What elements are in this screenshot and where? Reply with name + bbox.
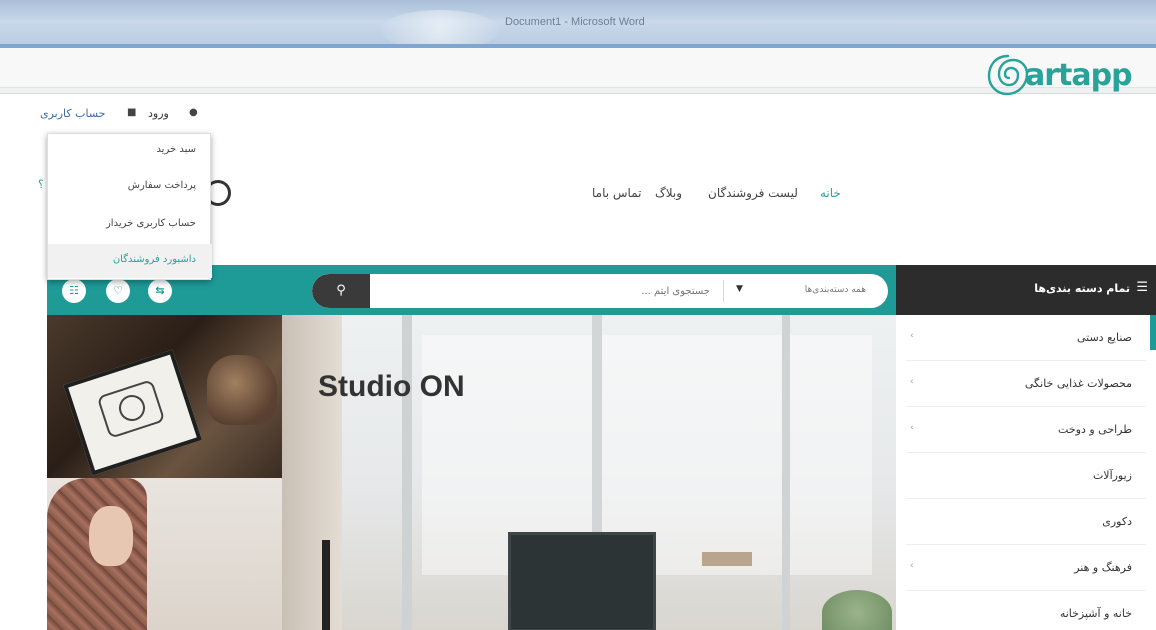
- nav-sellers[interactable]: لیست فروشندگان: [708, 186, 798, 200]
- category-select[interactable]: همه دسته‌بندی‌ها ▼: [724, 274, 888, 308]
- hero-pots: [702, 552, 752, 566]
- all-categories-button[interactable]: ☰ تمام دسته بندی‌ها: [896, 265, 1156, 315]
- lock-icon: ●: [189, 107, 198, 118]
- account-bar: حساب کاربری ■ ورود ●: [0, 95, 1156, 135]
- hero-curtain: [282, 315, 342, 630]
- nav-contact[interactable]: تماس باما: [592, 186, 641, 200]
- site-logo[interactable]: artapp: [985, 52, 1145, 100]
- hero-monitor: [508, 532, 656, 630]
- category-item[interactable]: دکوری: [906, 499, 1146, 545]
- kitten-image: [207, 355, 277, 425]
- chevron-left-icon: ‹: [910, 423, 914, 433]
- logo-text: artapp: [1025, 58, 1133, 93]
- hero-lamp: [322, 540, 330, 630]
- search-form: ⚲ همه دسته‌بندی‌ها ▼: [312, 274, 888, 308]
- category-item[interactable]: صنایع دستی ‹: [906, 315, 1146, 361]
- search-icon: ⚲: [336, 283, 346, 298]
- category-label: دکوری: [1102, 515, 1132, 528]
- menu-item-checkout[interactable]: پرداخت سفارش: [128, 180, 196, 191]
- category-item[interactable]: محصولات غذایی خانگی ‹: [906, 361, 1146, 407]
- compare-icon[interactable]: ⇆: [148, 279, 172, 303]
- hero-plant: [822, 590, 892, 630]
- menu-item-cart[interactable]: سبد خرید: [156, 144, 196, 155]
- menu-icon: ☰: [1136, 280, 1148, 295]
- ribbon-area: [0, 48, 1156, 88]
- banner-scarf[interactable]: [47, 478, 282, 630]
- window-titlebar: Document1 - Microsoft Word: [0, 0, 1156, 50]
- heart-icon[interactable]: ♡: [106, 279, 130, 303]
- category-item[interactable]: طراحی و دوخت ‹: [906, 407, 1146, 453]
- category-label: صنایع دستی: [1076, 331, 1132, 344]
- sidebar-scrollbar[interactable]: [1150, 315, 1156, 350]
- search-button[interactable]: ⚲: [312, 274, 370, 308]
- category-item[interactable]: زیورآلات: [906, 453, 1146, 499]
- category-item[interactable]: فرهنگ و هنر ‹: [906, 545, 1146, 591]
- hero-pillar: [782, 315, 790, 630]
- ribbon-divider: [0, 88, 1156, 94]
- window-title: Document1 - Microsoft Word: [505, 16, 645, 28]
- nav-home[interactable]: خانه: [820, 186, 841, 200]
- login-link[interactable]: ورود: [148, 107, 169, 120]
- menu-item-vendor-dashboard[interactable]: داشبورد فروشندگان: [113, 254, 196, 265]
- hero-pillar: [402, 315, 412, 630]
- browser-page: Document1 - Microsoft Word حساب کاربری ■…: [0, 0, 1156, 630]
- category-label: خانه و آشپزخانه: [1059, 607, 1132, 620]
- chevron-left-icon: ‹: [910, 331, 914, 341]
- category-select-label: همه دسته‌بندی‌ها: [804, 285, 866, 295]
- hero-slider[interactable]: Studio ON: [282, 315, 896, 630]
- user-icon: ■: [127, 107, 137, 118]
- nav-blog[interactable]: وبلاگ: [655, 186, 682, 200]
- face-image: [89, 506, 133, 566]
- category-item[interactable]: خانه و آشپزخانه: [906, 591, 1146, 630]
- menu-item-buyer-account[interactable]: حساب کاربری خریدار: [106, 218, 196, 229]
- hero-title: Studio ON: [318, 370, 465, 403]
- account-link[interactable]: حساب کاربری: [40, 107, 105, 120]
- category-label: فرهنگ و هنر: [1074, 561, 1132, 574]
- category-label: محصولات غذایی خانگی: [1024, 377, 1132, 390]
- caret-down-icon: ▼: [736, 284, 743, 294]
- chevron-left-icon: ‹: [910, 377, 914, 387]
- cart-icon[interactable]: ☷: [62, 279, 86, 303]
- help-question-mark[interactable]: ؟: [38, 178, 44, 191]
- all-categories-label: تمام دسته بندی‌ها: [1034, 282, 1130, 295]
- search-input[interactable]: [372, 274, 722, 308]
- account-dropdown-menu: سبد خرید پرداخت سفارش حساب کاربری خریدار…: [47, 133, 212, 280]
- banner-cat-camera[interactable]: [47, 315, 282, 478]
- category-label: طراحی و دوخت: [1058, 423, 1132, 436]
- category-sidebar: صنایع دستی ‹ محصولات غذایی خانگی ‹ طراحی…: [896, 315, 1156, 630]
- category-label: زیورآلات: [1092, 469, 1132, 482]
- chevron-left-icon: ‹: [910, 561, 914, 571]
